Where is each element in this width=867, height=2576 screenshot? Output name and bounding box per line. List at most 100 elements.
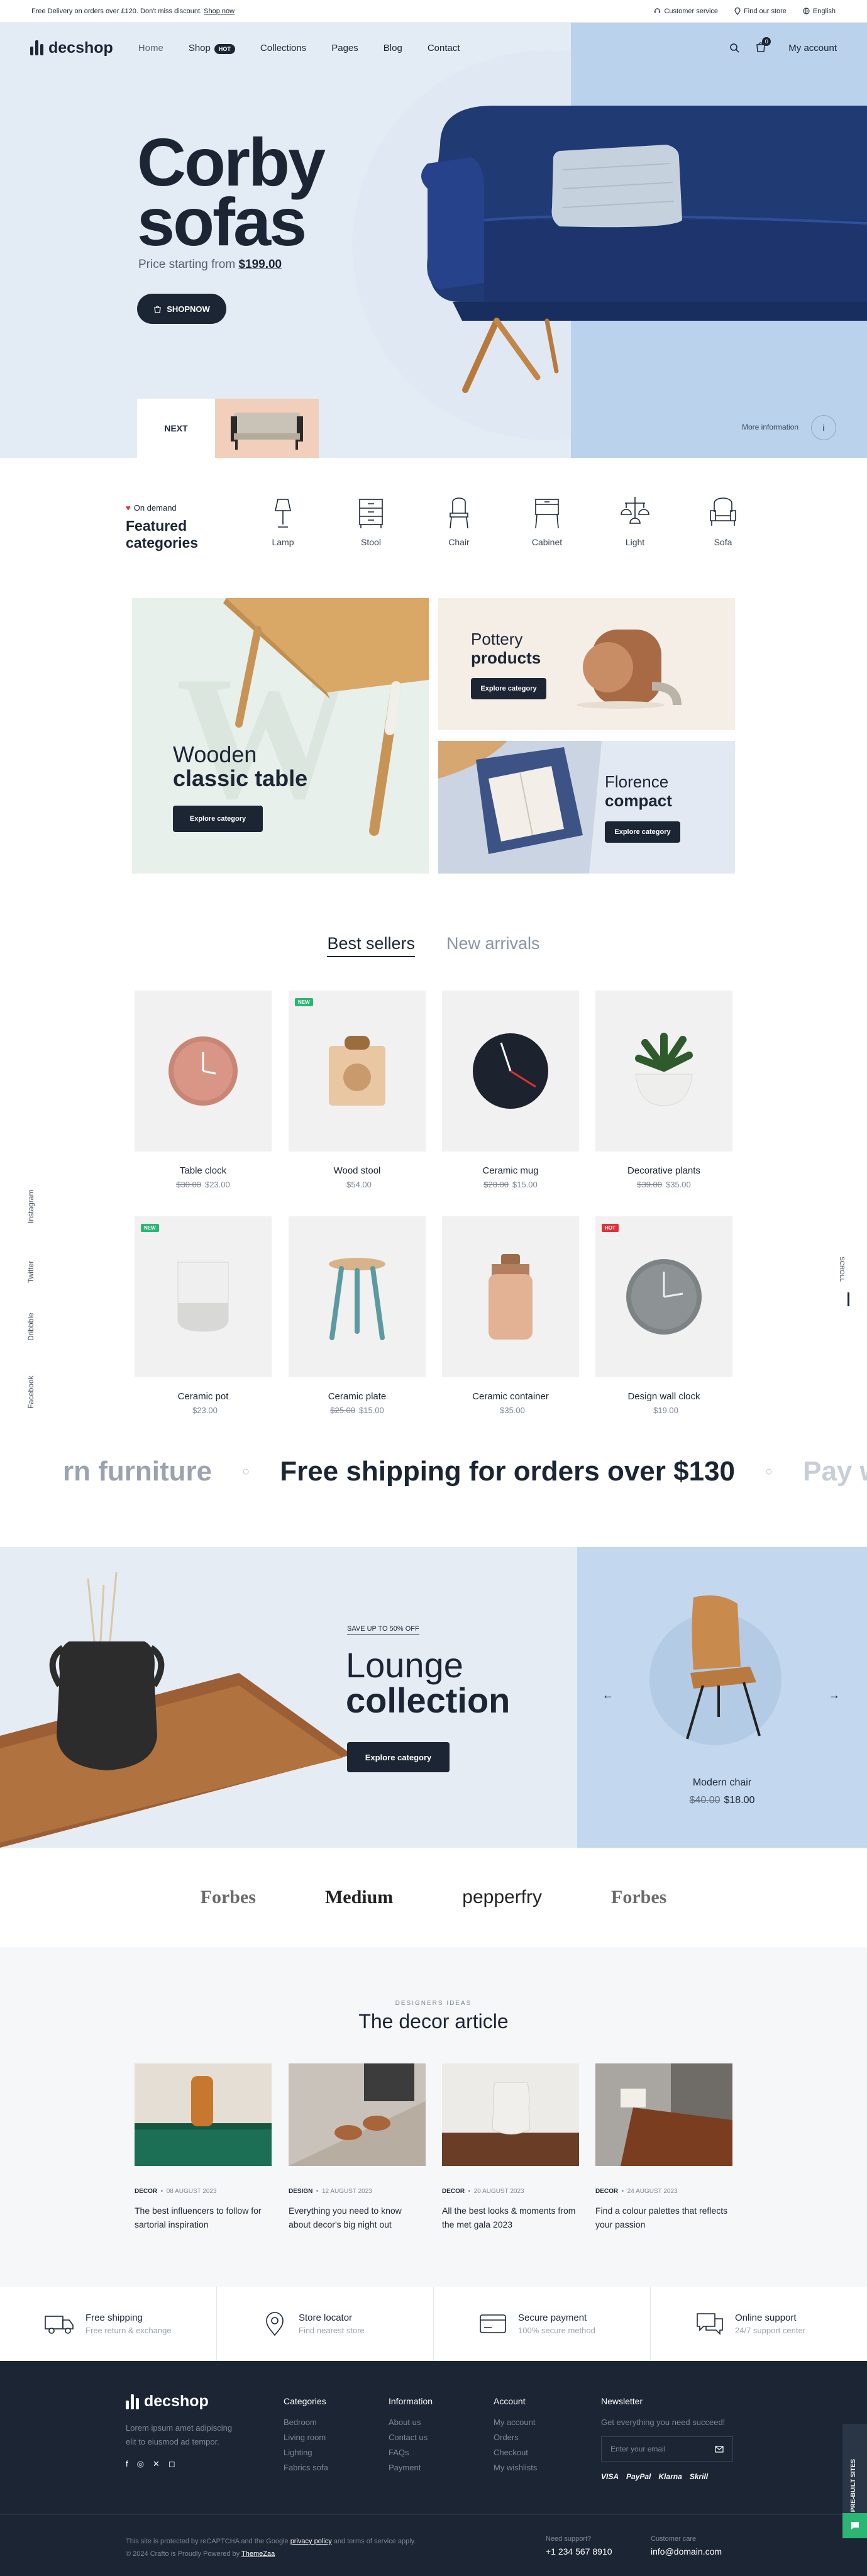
tab-new-arrivals[interactable]: New arrivals <box>446 934 540 957</box>
footer-link[interactable]: Lighting <box>284 2445 328 2460</box>
logo[interactable]: decshop <box>30 39 113 57</box>
article-card[interactable]: DECOR • 08 AUGUST 2023 The best influenc… <box>135 2063 272 2231</box>
tile-wooden-table[interactable]: W Wooden classic table Explore category <box>132 598 429 874</box>
product-card[interactable]: Ceramic mug $20.00 $15.00 <box>442 991 579 1189</box>
product-card[interactable]: HOT Design wall clock $19.00 <box>595 1216 732 1415</box>
lounge-explore-button[interactable]: Explore category <box>347 1742 450 1772</box>
product-name[interactable]: Design wall clock <box>595 1391 732 1402</box>
search-icon[interactable] <box>729 43 739 53</box>
footer-logo[interactable]: decshop <box>126 2392 234 2411</box>
product-card[interactable]: Ceramic container $35.00 <box>442 1216 579 1415</box>
scroll-top-label[interactable]: SCROLL <box>838 1257 845 1282</box>
footer-link[interactable]: My wishlists <box>494 2460 537 2475</box>
footer-link[interactable]: About us <box>389 2415 433 2430</box>
privacy-link[interactable]: privacy policy <box>290 2538 332 2545</box>
product-image[interactable]: NEW <box>135 1216 272 1377</box>
nav-home[interactable]: Home <box>138 43 163 53</box>
category-lamp[interactable]: Lamp <box>239 496 327 547</box>
instagram-icon[interactable]: ◻ <box>168 2459 175 2469</box>
product-card[interactable]: Ceramic plate $25.00 $15.00 <box>289 1216 426 1415</box>
social-facebook[interactable]: Facebook <box>26 1375 35 1409</box>
product-image[interactable] <box>442 1216 579 1377</box>
article-title[interactable]: The best influencers to follow for sarto… <box>135 2204 272 2231</box>
support-phone[interactable]: +1 234 567 8910 <box>546 2546 612 2557</box>
product-name[interactable]: Decorative plants <box>595 1165 732 1176</box>
facebook-icon[interactable]: f <box>126 2459 128 2469</box>
category-chair[interactable]: Chair <box>415 496 503 547</box>
product-image[interactable]: HOT <box>595 1216 732 1377</box>
article-image[interactable] <box>595 2063 732 2166</box>
social-twitter[interactable]: Twitter <box>26 1261 35 1283</box>
product-image[interactable] <box>135 991 272 1152</box>
cart-button[interactable]: 0 <box>756 36 771 55</box>
promo-link[interactable]: Shop now <box>204 8 235 15</box>
tab-best-sellers[interactable]: Best sellers <box>327 934 416 957</box>
product-name[interactable]: Table clock <box>135 1165 272 1176</box>
product-image[interactable] <box>442 991 579 1152</box>
product-name[interactable]: Ceramic container <box>442 1391 579 1402</box>
language-select[interactable]: English <box>803 8 836 15</box>
tile-pottery-explore-button[interactable]: Explore category <box>471 678 546 699</box>
themezaa-link[interactable]: ThemeZaa <box>241 2550 275 2558</box>
footer-link[interactable]: Living room <box>284 2430 328 2445</box>
footer-link[interactable]: Contact us <box>389 2430 433 2445</box>
more-information-button[interactable]: i <box>811 415 836 440</box>
next-slide-button[interactable]: NEXT <box>137 399 215 458</box>
nav-contact[interactable]: Contact <box>428 43 460 53</box>
product-name[interactable]: Ceramic pot <box>135 1391 272 1402</box>
dribbble-icon[interactable]: ◎ <box>137 2459 144 2469</box>
shop-now-button[interactable]: SHOPNOW <box>137 294 226 324</box>
article-card[interactable]: DECOR • 20 AUGUST 2023 All the best look… <box>442 2063 579 2231</box>
category-cabinet[interactable]: Cabinet <box>503 496 591 547</box>
product-card[interactable]: NEW Wood stool $54.00 <box>289 991 426 1189</box>
footer-link[interactable]: Bedroom <box>284 2415 328 2430</box>
nav-collections[interactable]: Collections <box>260 43 306 53</box>
article-image[interactable] <box>442 2063 579 2166</box>
chair-prev-arrow[interactable]: ← <box>602 1689 614 1702</box>
footer-link[interactable]: Checkout <box>494 2445 537 2460</box>
chat-widget-button[interactable] <box>842 2513 867 2538</box>
product-card[interactable]: NEW Ceramic pot $23.00 <box>135 1216 272 1415</box>
product-name[interactable]: Wood stool <box>289 1165 426 1176</box>
footer-link[interactable]: My account <box>494 2415 537 2430</box>
article-title[interactable]: Everything you need to know about decor'… <box>289 2204 426 2231</box>
chair-next-arrow[interactable]: → <box>829 1689 840 1702</box>
product-image[interactable] <box>595 991 732 1152</box>
tile-florence-explore-button[interactable]: Explore category <box>605 821 680 843</box>
product-image[interactable] <box>289 1216 426 1377</box>
article-card[interactable]: DESIGN • 12 AUGUST 2023 Everything you n… <box>289 2063 426 2231</box>
product-name[interactable]: Ceramic mug <box>442 1165 579 1176</box>
account-link[interactable]: My account <box>788 43 837 53</box>
tile-big-explore-button[interactable]: Explore category <box>173 806 263 832</box>
more-information-label[interactable]: More information <box>742 423 798 431</box>
category-light[interactable]: Light <box>591 496 679 547</box>
nav-blog[interactable]: Blog <box>384 43 402 53</box>
product-image[interactable]: NEW <box>289 991 426 1152</box>
article-image[interactable] <box>135 2063 272 2166</box>
product-card[interactable]: Table clock $30.00 $23.00 <box>135 991 272 1189</box>
social-instagram[interactable]: Instagram <box>26 1190 35 1223</box>
product-name[interactable]: Ceramic plate <box>289 1391 426 1402</box>
article-title[interactable]: Find a colour palettes that reflects you… <box>595 2204 732 2231</box>
category-stool[interactable]: Stool <box>327 496 415 547</box>
category-sofa[interactable]: Sofa <box>679 496 767 547</box>
newsletter-input[interactable]: Enter your email <box>601 2436 733 2462</box>
article-image[interactable] <box>289 2063 426 2166</box>
product-card[interactable]: Decorative plants $39.00 $35.00 <box>595 991 732 1189</box>
twitter-icon[interactable]: ✕ <box>153 2459 160 2469</box>
nav-pages[interactable]: Pages <box>331 43 358 53</box>
article-title[interactable]: All the best looks & moments from the me… <box>442 2204 579 2231</box>
social-dribbble[interactable]: Dribbble <box>26 1313 35 1341</box>
footer-link[interactable]: Payment <box>389 2460 433 2475</box>
article-card[interactable]: DECOR • 24 AUGUST 2023 Find a colour pal… <box>595 2063 732 2231</box>
footer-link[interactable]: Fabrics sofa <box>284 2460 328 2475</box>
tile-florence[interactable]: Florence compact Explore category <box>438 741 735 874</box>
care-email[interactable]: info@domain.com <box>651 2546 722 2557</box>
mail-icon[interactable] <box>715 2445 724 2453</box>
featured-chair-card[interactable]: ← → Modern chair $40.00 $18.00 <box>577 1547 867 1848</box>
footer-link[interactable]: Orders <box>494 2430 537 2445</box>
find-store-link[interactable]: Find our store <box>734 7 787 15</box>
footer-link[interactable]: FAQs <box>389 2445 433 2460</box>
nav-shop[interactable]: Shop HOT <box>189 43 235 54</box>
lounge-banner[interactable]: SAVE UP TO 50% OFF Lounge collection Expl… <box>0 1547 577 1848</box>
